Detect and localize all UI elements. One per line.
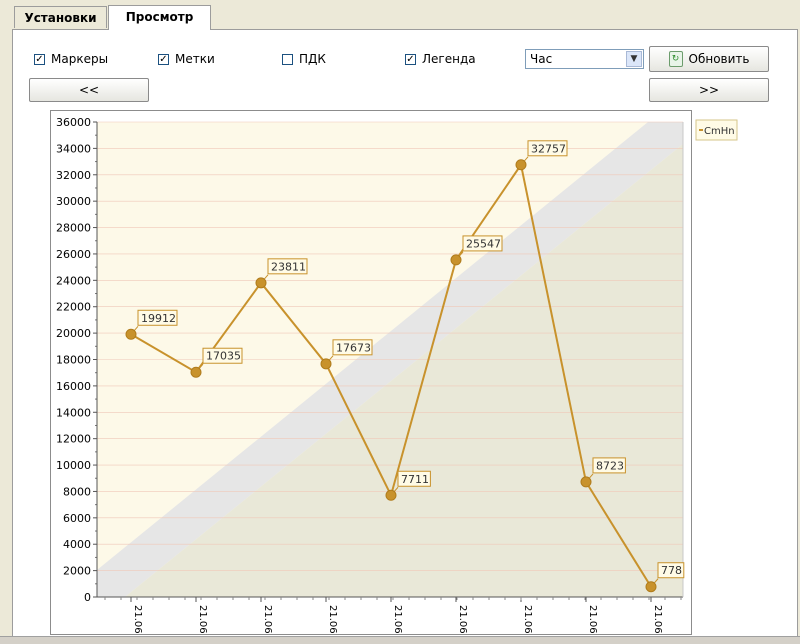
period-value: Час: [530, 52, 553, 66]
data-point: [320, 358, 332, 370]
data-label: 17035: [206, 350, 241, 363]
data-label: 25547: [466, 237, 501, 250]
next-button[interactable]: >>: [649, 78, 769, 102]
x-tick-label: 21.06: [132, 605, 143, 634]
tab-settings[interactable]: Установки: [14, 6, 107, 28]
y-tick-label: 18000: [56, 354, 91, 367]
tab-view[interactable]: Просмотр: [108, 5, 211, 30]
legend-label: CmHn: [704, 126, 735, 137]
legend-check-box[interactable]: ✓: [405, 53, 416, 65]
x-tick-label: 21.06: [587, 605, 598, 634]
y-tick-label: 22000: [56, 301, 91, 314]
data-label: 778: [661, 564, 682, 577]
y-tick-label: 0: [84, 591, 91, 604]
data-label: 23811: [271, 260, 306, 273]
y-tick-label: 6000: [63, 512, 91, 525]
data-label: 19912: [141, 312, 176, 325]
data-point: [580, 476, 592, 488]
legend-label: Легенда: [422, 52, 476, 66]
y-tick-label: 34000: [56, 142, 91, 155]
pdk-check-box[interactable]: [282, 53, 293, 65]
x-tick-label: 21.06: [652, 605, 663, 634]
prev-button[interactable]: <<: [29, 78, 149, 102]
pdk-checkbox[interactable]: ПДК: [282, 52, 326, 66]
x-tick-label: 21.06: [327, 605, 338, 634]
data-point: [125, 328, 137, 340]
y-tick-label: 30000: [56, 195, 91, 208]
y-tick-label: 16000: [56, 380, 91, 393]
data-point: [450, 254, 462, 266]
y-tick-label: 8000: [63, 485, 91, 498]
markers-label: Маркеры: [51, 52, 109, 66]
data-point: [385, 489, 397, 501]
y-tick-label: 28000: [56, 222, 91, 235]
data-point: [515, 159, 527, 171]
x-tick-label: 21.06: [457, 605, 468, 634]
prev-label: <<: [78, 83, 100, 97]
data-label: 17673: [336, 341, 371, 354]
labels-checkbox[interactable]: ✓ Метки: [158, 52, 215, 66]
y-tick-label: 12000: [56, 433, 91, 446]
data-point: [190, 366, 202, 378]
x-tick-label: 21.06: [522, 605, 533, 634]
data-point: [255, 277, 267, 289]
pdk-label: ПДК: [299, 52, 326, 66]
data-label: 32757: [531, 142, 566, 155]
y-tick-label: 10000: [56, 459, 91, 472]
chevron-down-icon[interactable]: ▼: [626, 51, 642, 67]
markers-check-box[interactable]: ✓: [34, 53, 45, 65]
data-point: [645, 581, 657, 593]
data-label: 8723: [596, 459, 624, 472]
y-tick-label: 20000: [56, 327, 91, 340]
y-tick-label: 2000: [63, 565, 91, 578]
labels-label: Метки: [175, 52, 215, 66]
legend-checkbox[interactable]: ✓ Легенда: [405, 52, 476, 66]
markers-checkbox[interactable]: ✓ Маркеры: [34, 52, 108, 66]
line-chart: 0 2000 4000 6000 8000 10000 12000 14000 16000 180…: [50, 110, 738, 635]
y-tick-label: 26000: [56, 248, 91, 261]
y-tick-label: 36000: [56, 116, 91, 129]
refresh-label: Обновить: [688, 52, 750, 66]
next-label: >>: [698, 83, 720, 97]
y-tick-label: 14000: [56, 406, 91, 419]
x-tick-label: 21.06: [262, 605, 273, 634]
y-tick-label: 4000: [63, 538, 91, 551]
y-tick-label: 24000: [56, 274, 91, 287]
period-select[interactable]: Час ▼: [525, 49, 644, 69]
refresh-icon: ↻: [668, 51, 683, 67]
data-label: 7711: [401, 473, 429, 486]
refresh-button[interactable]: ↻ Обновить: [649, 46, 769, 72]
x-tick-label: 21.06: [392, 605, 403, 634]
y-tick-label: 32000: [56, 169, 91, 182]
x-tick-label: 21.06: [197, 605, 208, 634]
labels-check-box[interactable]: ✓: [158, 53, 169, 65]
